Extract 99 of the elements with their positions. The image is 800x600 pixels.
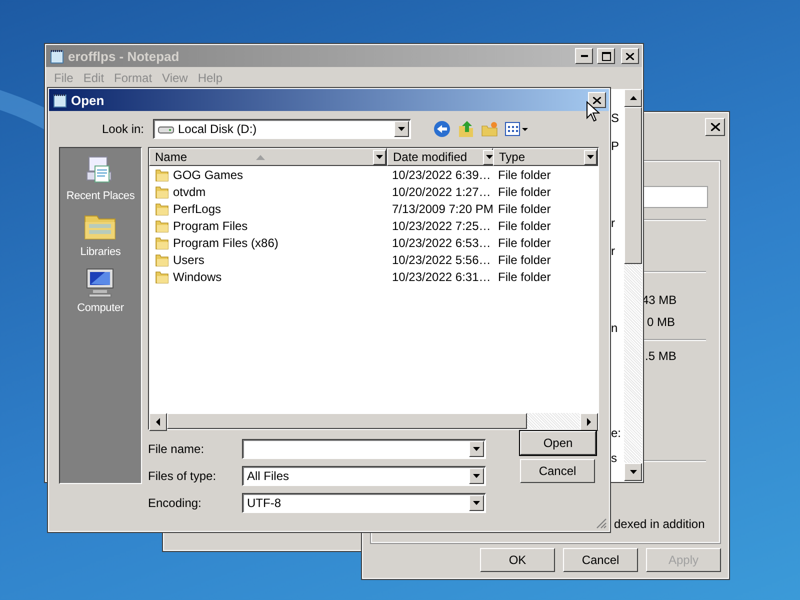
folder-icon	[155, 236, 169, 250]
arrow-down-icon	[486, 154, 494, 160]
folder-icon	[155, 184, 169, 198]
close-icon	[626, 52, 634, 60]
type-cell-text: File folder	[497, 270, 552, 284]
file-row[interactable]: Program Files (x86) 10/23/2022 6:53… File folder	[149, 234, 598, 251]
dropdown-field[interactable]: UTF-8	[242, 493, 486, 513]
text-fragment: n	[611, 321, 619, 336]
folder-icon	[155, 202, 169, 216]
drive-icon	[158, 124, 174, 134]
dropdown-field[interactable]: All Files	[242, 466, 486, 486]
field-label: Encoding:	[148, 496, 202, 510]
date-cell-text: 10/23/2022 6:39…	[391, 168, 492, 182]
close-icon	[593, 96, 601, 104]
cursor-icon	[586, 101, 600, 123]
file-row[interactable]: otvdm 10/20/2022 1:27… File folder	[149, 183, 598, 200]
minimize-button[interactable]	[575, 48, 593, 64]
window-title: erofflps - Notepad	[68, 48, 180, 64]
file-name: Users	[173, 252, 204, 266]
close-button[interactable]	[705, 118, 725, 136]
column-header[interactable]: Type	[493, 148, 598, 166]
type-cell-text: File folder	[497, 202, 552, 216]
folder-icon	[155, 218, 169, 232]
arrow-down-icon	[398, 126, 405, 132]
type-cell-text: File folder	[497, 168, 552, 182]
size-text: 0 MB	[647, 315, 676, 329]
file-name: Program Files	[173, 218, 248, 232]
type-cell-text: File folder	[497, 184, 552, 198]
file-name: PerfLogs	[173, 202, 222, 216]
scrollbar[interactable]	[624, 89, 642, 481]
place-item[interactable]: Libraries	[80, 210, 121, 258]
arrow-down-icon	[473, 446, 480, 452]
minimize-icon	[580, 55, 588, 57]
file-name: otvdm	[173, 184, 206, 198]
dialog-button[interactable]: OK	[480, 548, 555, 572]
dialog-button[interactable]: Open	[520, 430, 596, 454]
file-name: GOG Games	[173, 168, 244, 182]
arrow-down-icon	[376, 154, 383, 160]
notepad-icon	[53, 92, 67, 108]
file-row[interactable]: Windows 10/23/2022 6:31… File folder	[149, 268, 598, 285]
arrow-down-icon	[473, 474, 480, 478]
look-in-dropdown[interactable]: Local Disk (D:)	[153, 119, 411, 139]
text-fragment: r	[611, 216, 616, 231]
field-label: Files of type:	[148, 469, 218, 483]
close-button[interactable]	[588, 92, 606, 108]
dialog-button[interactable]: Cancel	[520, 458, 595, 482]
arrow-down-icon	[587, 154, 594, 160]
date-cell-text: 10/23/2022 7:25…	[391, 218, 492, 232]
text-field[interactable]	[642, 186, 708, 208]
close-icon	[710, 123, 720, 131]
dropdown-field[interactable]	[242, 439, 486, 459]
type-cell-text: File folder	[497, 252, 552, 266]
file-name: Windows	[173, 270, 222, 284]
dialog-title: Open	[71, 92, 106, 108]
arrow-up-icon	[630, 96, 636, 100]
notepad-icon	[50, 48, 64, 64]
text-fragment: e:	[611, 426, 622, 441]
scroll-thumb[interactable]	[167, 413, 527, 429]
column-header[interactable]: Date modified	[387, 148, 493, 166]
type-cell-text: File folder	[497, 236, 552, 250]
close-button[interactable]	[621, 48, 639, 64]
arrow-down-icon	[473, 500, 480, 506]
column-header[interactable]: Name	[149, 148, 387, 166]
maximize-button[interactable]	[597, 48, 615, 64]
place-item[interactable]: Recent Places	[66, 154, 135, 202]
dialog-button[interactable]: Cancel	[563, 548, 638, 572]
back-icon[interactable]	[433, 120, 451, 138]
look-in-label: Look in:	[100, 122, 144, 136]
type-cell-text: File folder	[497, 218, 552, 232]
file-row[interactable]: GOG Games 10/23/2022 6:39… File folder	[149, 166, 598, 183]
place-item[interactable]: Computer	[77, 266, 124, 314]
description-text: dexed in addition	[614, 517, 706, 531]
file-row[interactable]: Users 10/23/2022 5:56… File folder	[149, 251, 598, 268]
folder-icon	[155, 168, 169, 182]
view-menu-icon[interactable]	[505, 121, 529, 137]
arrow-down-icon	[630, 470, 636, 474]
date-cell-text: 10/23/2022 5:56…	[391, 252, 492, 266]
size-text: .5 MB	[645, 349, 678, 363]
date-cell-text: 10/23/2022 6:53…	[391, 236, 492, 250]
file-row[interactable]: PerfLogs 7/13/2009 7:20 PM File folder	[149, 200, 598, 217]
resize-grip-icon[interactable]	[595, 517, 607, 529]
file-row[interactable]: Program Files 10/23/2022 7:25… File folder	[149, 217, 598, 234]
scroll-thumb[interactable]	[624, 107, 642, 264]
field-label: File name:	[148, 442, 206, 456]
scrollbar[interactable]	[149, 413, 598, 429]
date-cell-text: 10/23/2022 6:31…	[391, 270, 492, 284]
text-fragment: r	[611, 244, 616, 259]
folder-icon	[155, 270, 169, 284]
maximize-icon	[602, 52, 610, 60]
arrow-right-icon	[586, 418, 592, 426]
date-cell-text: 7/13/2009 7:20 PM	[391, 202, 493, 216]
arrow-left-icon	[156, 418, 160, 426]
text-fragment: S	[611, 111, 620, 126]
folder-icon	[155, 252, 169, 266]
text-fragment: P	[611, 139, 620, 154]
sort-icon	[256, 154, 264, 160]
file-name: Program Files (x86)	[173, 236, 278, 250]
date-cell-text: 10/20/2022 1:27…	[391, 184, 492, 198]
text-fragment: s	[611, 451, 618, 466]
